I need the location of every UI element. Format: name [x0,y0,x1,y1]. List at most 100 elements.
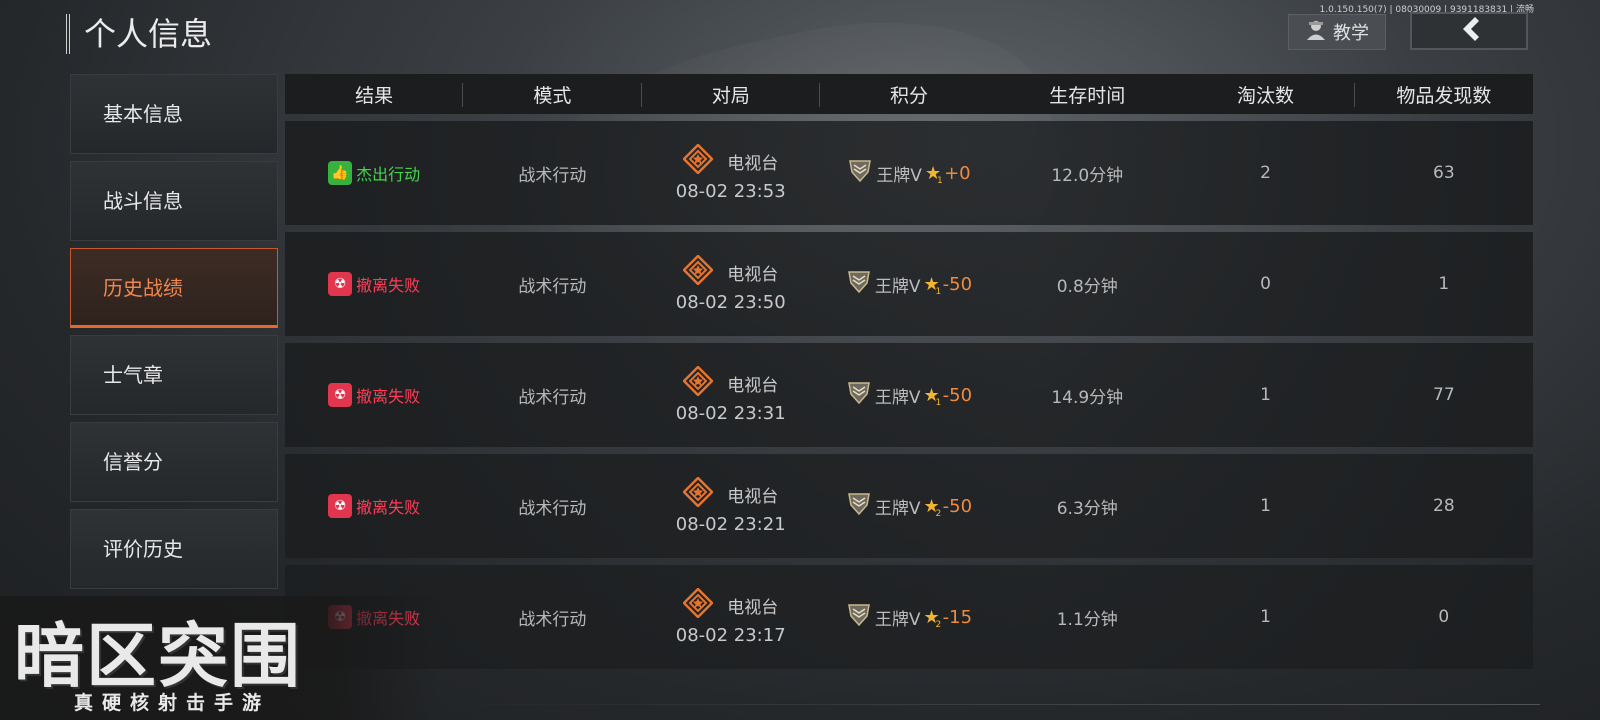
divider [440,704,1540,705]
page-title: 个人信息 [66,14,212,54]
table-row[interactable]: ☢ 撤离失败 战术行动 电视台 08-02 23:21 王牌V ★ 2 -50 6.3分钟 1 28 [285,454,1533,558]
star-icon: ★ 2 [923,495,942,519]
map-name: 电视台 [727,487,779,507]
star-level: 1 [935,286,942,297]
match-info: 电视台 08-02 23:17 [642,587,820,646]
score-cell: 王牌V ★ 2 -15 [820,602,998,633]
score-delta: -50 [942,495,973,517]
map-name: 电视台 [727,376,779,396]
result-label: 杰出行动 [356,165,421,184]
sidebar-item-credit-score[interactable]: 信誉分 [70,422,278,502]
thumbs-up-icon: 👍 [328,161,353,185]
column-header-items-found: 物品发现数 [1396,84,1492,107]
score-info: 王牌V ★ 2 -15 [820,602,998,633]
table-row[interactable]: ☢ 撤离失败 战术行动 电视台 08-02 23:50 王牌V ★ 1 -50 0.8分钟 0 1 [285,232,1533,336]
result-cell: ☢撤离失败 [285,494,463,518]
rank-label: 王牌V [874,276,921,297]
match-map: 电视台 [682,254,778,290]
game-logo: 暗区突围 真硬核射击手游 [0,596,440,720]
survival-time-cell: 14.9分钟 [1051,387,1124,408]
column-header-kills: 淘汰数 [1176,81,1355,108]
result-status: ☢撤离失败 [285,272,463,296]
logo-title: 暗区突围 [14,615,302,697]
match-time: 08-02 23:17 [675,625,786,646]
star-icon: ★ 2 [923,606,942,630]
skull-icon: ☢ [328,383,353,407]
table-row[interactable]: ☢撤离失败战术行动电视台08-02 23:17王牌V★2-151.1分钟10 [285,565,1533,669]
column-header-survival-time: 生存时间 [1049,84,1126,107]
match-map: 电视台 [682,143,779,179]
kills-cell: 0 [1260,274,1271,294]
match-info: 电视台 08-02 23:21 [642,476,820,535]
star-icon: ★ 1 [924,162,943,186]
result-cell: ☢撤离失败 [285,383,463,407]
score-info: 王牌V ★ 1 -50 [820,269,998,300]
survival-time-cell: 1.1分钟 [1056,609,1118,630]
result-cell: 👍 杰出行动 [285,161,463,185]
tutorial-button[interactable]: 教学 [1288,14,1386,50]
map-name: 电视台 [727,598,779,618]
score-cell: 王牌V ★ 1 -50 [820,269,998,300]
sidebar-item-basic-info[interactable]: 基本信息 [70,74,278,154]
match-info: 电视台 08-02 23:53 [642,143,820,202]
result-status: 👍 杰出行动 [285,161,463,185]
survival-time-cell: 6.3分钟 [1056,498,1118,519]
mode-cell: 战术行动 [518,609,587,630]
rank-badge-icon [846,602,872,633]
match-cell: 电视台 08-02 23:53 [642,143,820,202]
mode-cell: 战术行动 [518,498,587,519]
star-icon: ★ 1 [923,273,942,297]
match-map: 电视台 [682,587,779,623]
sidebar-item-combat-info[interactable]: 战斗信息 [70,161,278,241]
match-cell: 电视台 08-02 23:21 [642,476,820,535]
score-delta: -15 [942,606,973,628]
table-row[interactable]: ☢ 撤离失败 战术行动 电视台 08-02 23:31 王牌V ★ 1 -50 14.9分钟 1 77 [285,343,1533,447]
star-level: 2 [935,619,942,630]
result-label: 撤离失败 [356,276,421,295]
star-level: 1 [935,397,942,408]
rank-badge-icon [846,491,872,522]
back-button[interactable] [1410,12,1528,50]
chevron-left-icon [1455,15,1483,47]
items-found-cell: 28 [1433,496,1455,516]
kills-cell: 1 [1260,496,1271,516]
table-header: 结果 模式 对局 积分 生存时间 淘汰数 物品发现数 [285,74,1533,114]
match-cell: 电视台 08-02 23:50 [642,254,820,313]
match-info: 电视台 08-02 23:31 [642,365,820,424]
rank-label: 王牌V [874,609,921,630]
mode-cell: 战术行动 [518,276,587,297]
result-label: 撤离失败 [356,498,421,517]
sidebar-item-morale-badge[interactable]: 士气章 [70,335,278,415]
score-cell: 王牌V ★ 1 +0 [820,158,998,189]
items-found-cell: 0 [1438,607,1450,627]
column-header-result: 结果 [285,81,464,108]
skull-icon: ☢ [328,272,353,296]
star-icon: ★ 1 [923,384,942,408]
diamond-star-icon [682,587,714,623]
sidebar-item-review-history[interactable]: 评价历史 [70,509,278,589]
sidebar-item-match-history[interactable]: 历史战绩 [70,248,278,328]
match-time: 08-02 23:31 [675,403,786,424]
map-name: 电视台 [727,154,779,174]
rank-badge-icon [847,158,873,189]
rank-label: 王牌V [874,387,921,408]
sidebar: 基本信息 战斗信息 历史战绩 士气章 信誉分 评价历史 [70,74,280,596]
score-delta: -50 [942,273,973,295]
match-cell: 电视台 08-02 23:17 [642,587,820,646]
tutorial-label: 教学 [1333,23,1369,44]
score-info: 王牌V ★ 1 +0 [820,158,998,189]
kills-cell: 2 [1260,163,1271,183]
column-header-score: 积分 [889,84,928,107]
score-cell: 王牌V ★ 2 -50 [820,491,998,522]
kills-cell: 1 [1260,607,1271,627]
score-info: 王牌V ★ 2 -50 [820,491,998,522]
match-map: 电视台 [682,365,779,401]
table-row[interactable]: 👍 杰出行动 战术行动 电视台 08-02 23:53 王牌V ★ 1 +0 12.0分钟 2 63 [285,121,1533,225]
diamond-star-icon [682,143,714,179]
soldier-icon [1305,19,1327,46]
match-map: 电视台 [682,476,779,512]
items-found-cell: 1 [1438,274,1450,294]
logo-subtitle: 真硬核射击手游 [74,692,271,714]
rank-badge-icon [846,380,872,411]
items-found-cell: 77 [1433,385,1455,405]
